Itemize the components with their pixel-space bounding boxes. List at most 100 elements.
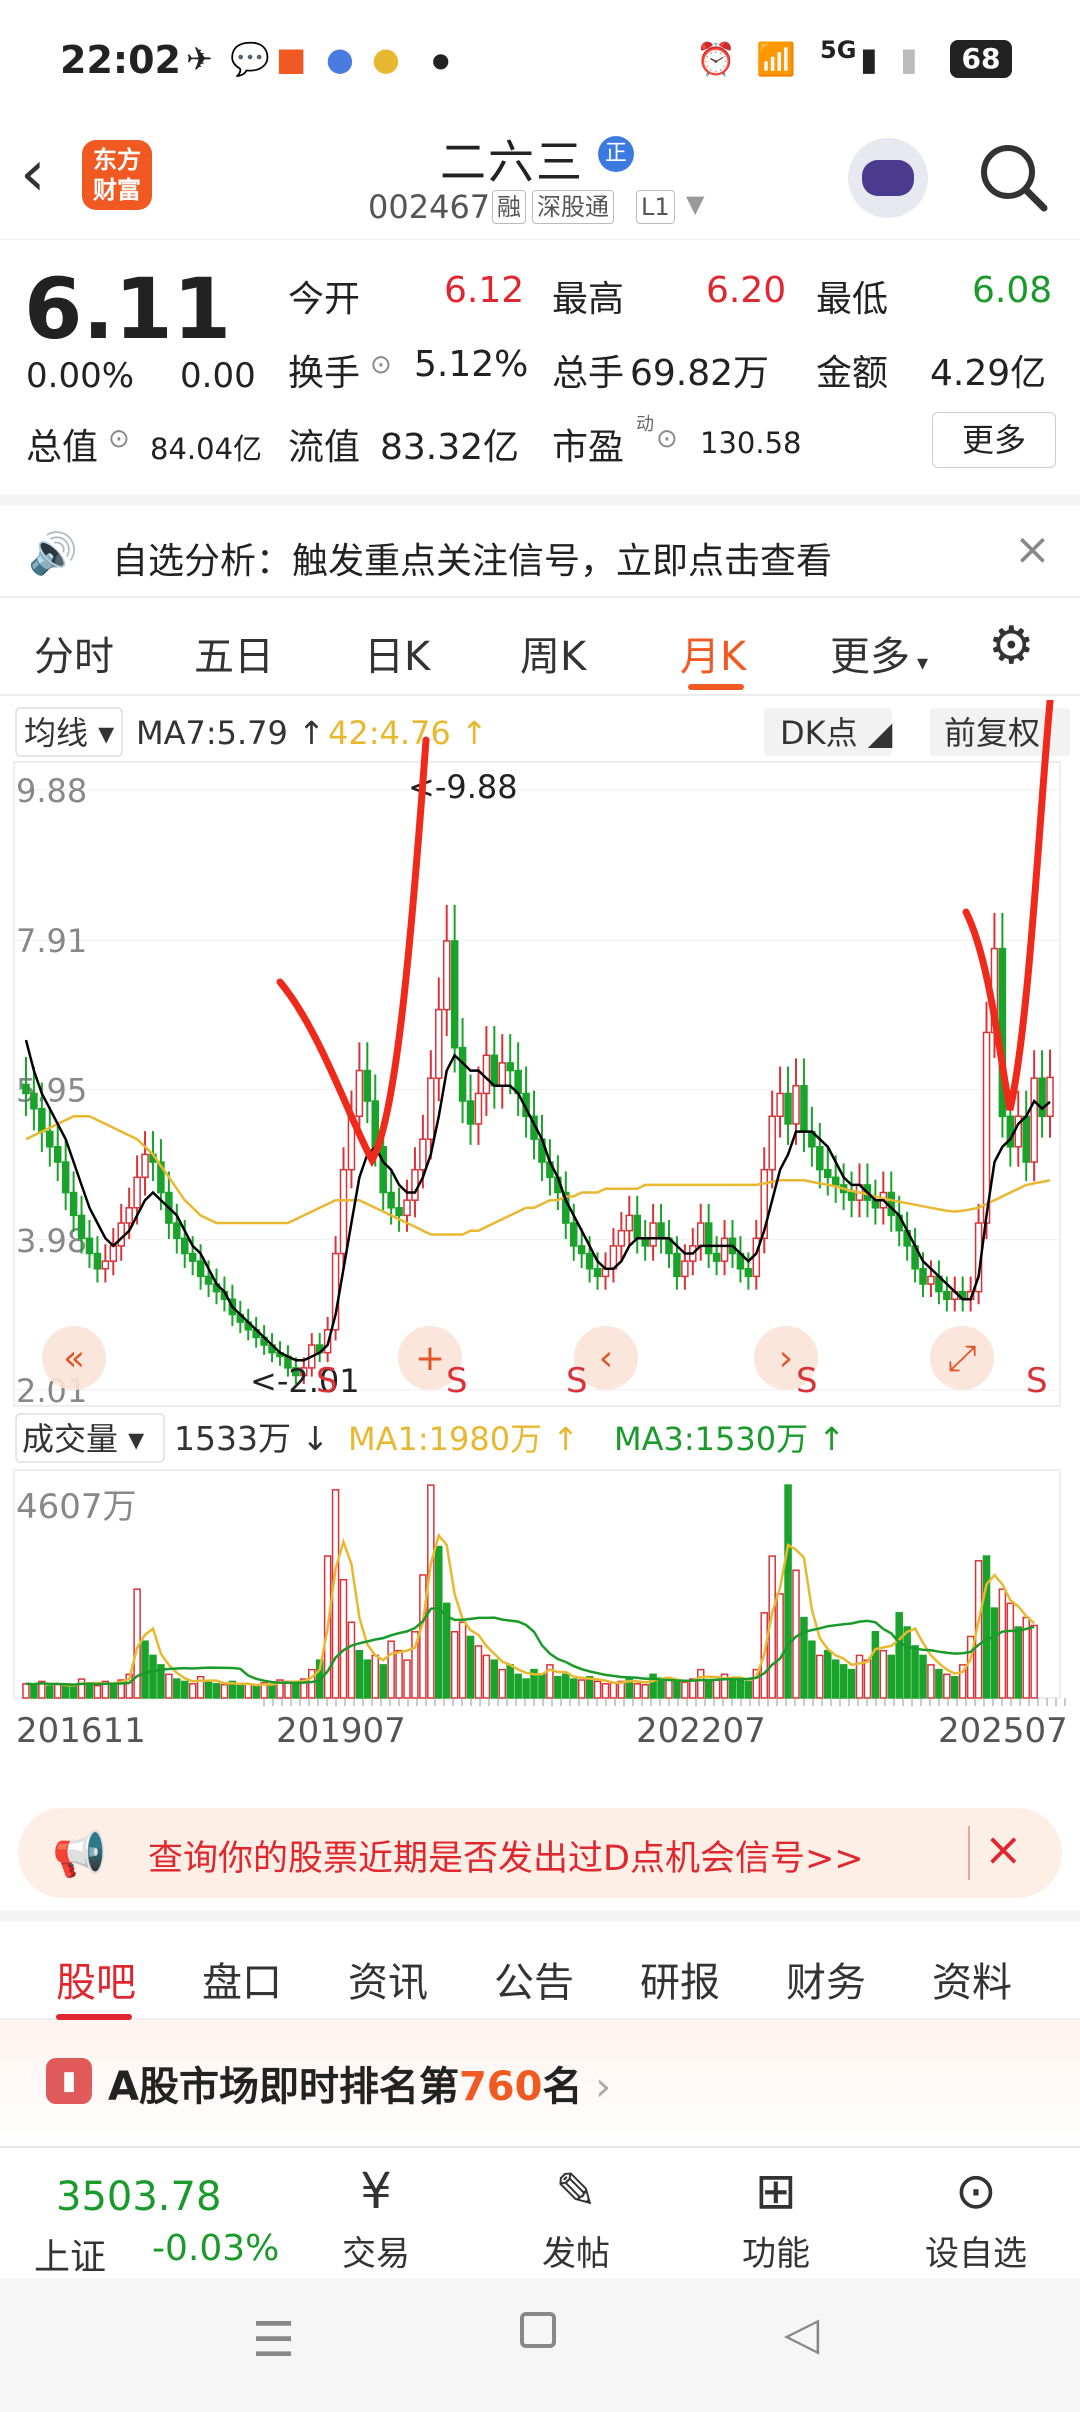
- zoom-out-icon-glyph[interactable]: «: [63, 1338, 85, 1379]
- back-arrow-icon[interactable]: ‹: [20, 142, 70, 212]
- wifi-icon: 📶: [756, 40, 796, 78]
- volume-bar: [831, 1659, 840, 1699]
- eastmoney-logo[interactable]: 东方 财富: [82, 140, 152, 210]
- mktcap-value: 84.04亿: [150, 432, 263, 466]
- nav-function[interactable]: ⊞ 功能: [706, 2158, 846, 2275]
- home-icon[interactable]: [520, 2312, 556, 2348]
- dot-icon: ●: [432, 48, 450, 72]
- info-icon[interactable]: ⊙: [370, 350, 392, 380]
- chevron-right-icon: ›: [582, 2064, 612, 2110]
- candle-body: [649, 1222, 657, 1247]
- candle-body: [141, 1153, 149, 1179]
- candle-body: [633, 1214, 641, 1240]
- nav-trade[interactable]: ¥ 交易: [306, 2158, 446, 2275]
- kline-chart-area[interactable]: 均线 ▾ MA7:5.79 ↑ 42:4.76 ↑ DK点 ◢ 前复权 9.88 7.91 5…: [0, 676, 1080, 1790]
- indicator-label[interactable]: 均线 ▾: [24, 714, 114, 752]
- adjust-label[interactable]: 前复权: [944, 714, 1040, 752]
- tab-more-label: 更多: [830, 634, 910, 680]
- fullscreen-icon-glyph[interactable]: ⤢: [948, 1338, 977, 1379]
- alert-bar[interactable]: 🔊 自选分析：触发重点关注信号，立即点击查看 ×: [0, 494, 1080, 594]
- close-icon[interactable]: ×: [1014, 524, 1051, 575]
- back-icon[interactable]: ◁: [784, 2306, 819, 2360]
- tab-research[interactable]: 研报: [640, 1950, 720, 2008]
- scroll-right-icon-glyph[interactable]: ›: [779, 1338, 793, 1379]
- menu-icon[interactable]: ☰: [252, 2312, 295, 2368]
- candle-body: [696, 1222, 705, 1247]
- tab-news[interactable]: 资讯: [348, 1950, 428, 2008]
- gear-icon[interactable]: ⚙: [988, 616, 1035, 676]
- candle-body: [395, 1207, 403, 1217]
- level-tag: L1: [636, 190, 675, 224]
- candle-body: [816, 1146, 824, 1171]
- tab-announcements[interactable]: 公告: [494, 1950, 574, 2008]
- market-rank[interactable]: ▮ A股市场即时排名第760名 ›: [0, 2020, 1080, 2150]
- chevron-down-icon: ▾: [910, 651, 929, 676]
- volume-bar: [61, 1684, 70, 1699]
- info-icon[interactable]: ⊙: [656, 424, 678, 454]
- search-icon[interactable]: [978, 142, 1048, 212]
- status-time: 22:02: [60, 38, 181, 82]
- add-watchlist-icon: ⊙: [955, 2162, 997, 2220]
- rank-text[interactable]: A股市场即时排名第760名 ›: [108, 2054, 611, 2112]
- index-change[interactable]: -0.03%: [152, 2228, 279, 2269]
- candle-body: [569, 1222, 578, 1247]
- stock-name[interactable]: 二六三: [440, 126, 584, 192]
- sell-signal-mark: S: [446, 1361, 468, 1401]
- battery-icon: 68: [950, 40, 1012, 78]
- nav-add-watchlist[interactable]: ⊙ 设自选: [906, 2158, 1046, 2275]
- kline-chart[interactable]: 均线 ▾ MA7:5.79 ↑ 42:4.76 ↑ DK点 ◢ 前复权9.887.915…: [0, 676, 1080, 1790]
- candle-body: [800, 1085, 808, 1133]
- tab-guba[interactable]: 股吧: [56, 1950, 136, 2008]
- info-icon[interactable]: ⊙: [108, 424, 130, 454]
- tab-monthly[interactable]: 月K: [680, 624, 746, 682]
- candle-body: [617, 1229, 626, 1247]
- volume-bar: [419, 1574, 427, 1699]
- high-value: 6.20: [706, 270, 787, 311]
- volume-bar: [990, 1607, 999, 1699]
- amount-value: 4.29亿: [930, 353, 1047, 394]
- candle-body: [577, 1245, 586, 1255]
- tab-5day[interactable]: 五日: [194, 624, 274, 682]
- volume-bar: [149, 1654, 157, 1699]
- more-button[interactable]: 更多: [932, 412, 1056, 468]
- chevron-down-icon[interactable]: ▼: [686, 190, 704, 218]
- annotation-stroke: [276, 736, 430, 1168]
- close-icon[interactable]: ×: [984, 1822, 1023, 1876]
- dk-point-label[interactable]: DK点 ◢: [780, 714, 893, 752]
- candle-body: [490, 1054, 499, 1087]
- volume-bar: [1006, 1602, 1015, 1699]
- candle-body: [681, 1260, 689, 1278]
- volume-bar: [554, 1675, 562, 1699]
- volume-bar: [800, 1616, 808, 1699]
- nav-post[interactable]: ✎ 发帖: [506, 2158, 646, 2275]
- volume-bar: [577, 1679, 586, 1699]
- index-name[interactable]: 上证: [34, 2228, 106, 2280]
- zoom-in-icon-glyph[interactable]: +: [415, 1338, 445, 1379]
- tab-weekly[interactable]: 周K: [520, 624, 586, 682]
- volume-bar: [506, 1664, 514, 1699]
- candle-body: [474, 1092, 483, 1125]
- volume-ma3: MA3:1530万 ↑: [614, 1420, 845, 1458]
- alert-text[interactable]: 自选分析：触发重点关注信号，立即点击查看: [112, 532, 832, 584]
- tab-orderbook[interactable]: 盘口: [202, 1950, 282, 2008]
- mktcap-label: 总值: [26, 427, 99, 468]
- tab-intraday[interactable]: 分时: [34, 624, 114, 682]
- candle-body: [427, 1077, 435, 1140]
- volume-bar: [911, 1645, 919, 1699]
- tab-financials[interactable]: 财务: [786, 1950, 866, 2008]
- tab-daily[interactable]: 日K: [364, 624, 430, 682]
- volume-indicator-label[interactable]: 成交量 ▾: [22, 1420, 144, 1458]
- candle-body: [498, 1062, 507, 1087]
- candle-body: [61, 1161, 70, 1194]
- turnover-value: 5.12%: [414, 344, 529, 385]
- tab-more[interactable]: 更多 ▾: [830, 624, 928, 682]
- banner-text[interactable]: 查询你的股票近期是否发出过D点机会信号>>: [148, 1830, 864, 1881]
- signal-banner[interactable]: 📢 查询你的股票近期是否发出过D点机会信号>> ×: [18, 1808, 1062, 1898]
- scroll-left-icon-glyph[interactable]: ‹: [599, 1338, 613, 1379]
- index-value[interactable]: 3503.78: [56, 2174, 221, 2220]
- volume-bar: [935, 1668, 943, 1699]
- nav-label: 设自选: [925, 2234, 1027, 2274]
- volume-bar: [736, 1679, 745, 1699]
- candle-body: [53, 1146, 62, 1163]
- tab-profile[interactable]: 资料: [932, 1950, 1012, 2008]
